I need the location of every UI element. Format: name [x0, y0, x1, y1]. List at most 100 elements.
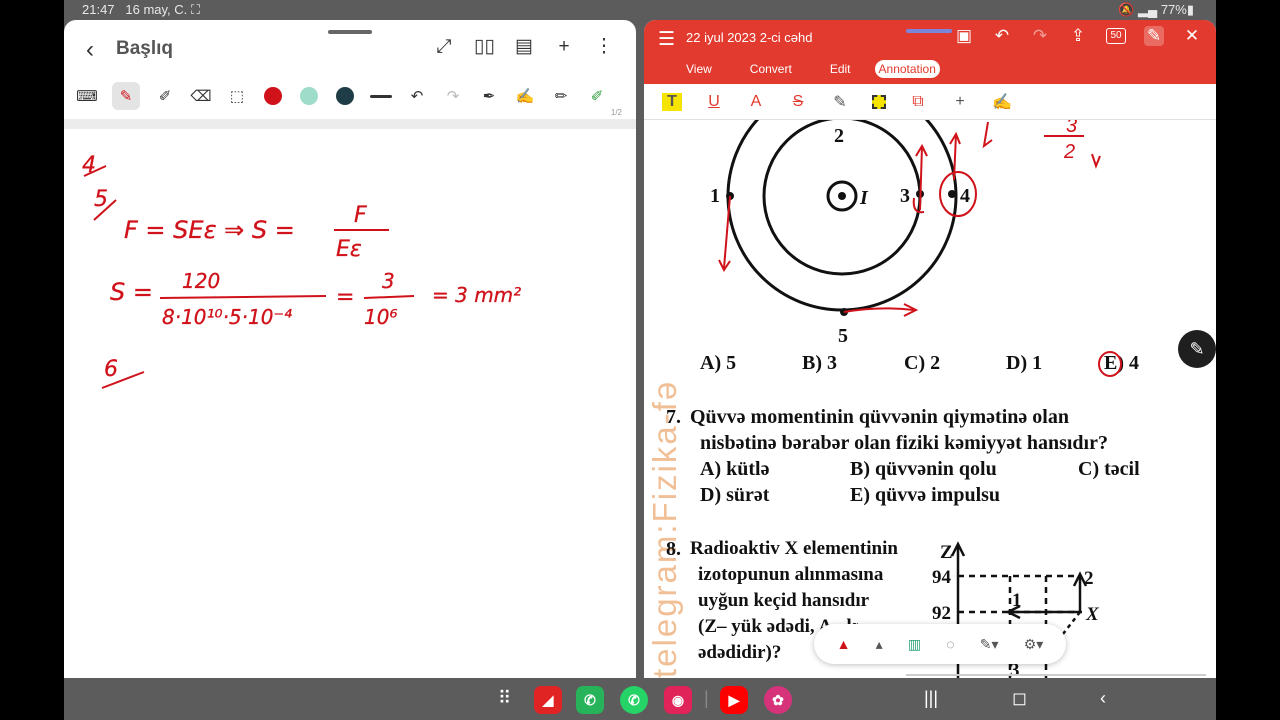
battery-level: 77% — [1160, 2, 1187, 17]
color-dark-swatch[interactable] — [336, 87, 354, 105]
save-icon[interactable]: ▣ — [954, 26, 974, 46]
pen-red-icon[interactable]: ▲ — [837, 636, 851, 652]
tick-94: 94 — [932, 567, 952, 588]
zoom-badge[interactable]: 50 — [1106, 28, 1126, 44]
status-date: 16 may, C. — [125, 2, 188, 17]
menu-icon[interactable]: ☰ — [658, 28, 675, 51]
area-highlight-icon[interactable] — [872, 94, 886, 109]
app-drawer-icon[interactable]: ⠿ — [498, 688, 511, 709]
q7-line2: nisbətinə bərabər olan fiziki kəmiyyət h… — [700, 432, 1108, 454]
underline-icon[interactable]: U — [704, 93, 724, 111]
horizontal-scrollbar[interactable] — [906, 674, 1206, 676]
pen-icon[interactable]: ✎ — [830, 92, 850, 112]
lasso-icon[interactable]: ◌ — [946, 636, 954, 652]
edit-pen-icon[interactable]: ✎ — [1144, 26, 1164, 46]
whatsapp-dock-icon[interactable]: ✆ — [620, 686, 648, 714]
label-point-3: 3 — [900, 185, 910, 207]
notes-app-window: ‹ Başlıq ⤢ ▯▯ ▤ + ⋮ ⌨ ✎ ✐ ⌫ ⬚ ↶ ↷ ✒ ✍ ✏ — [64, 20, 636, 678]
left-letterbox — [0, 0, 64, 720]
undo-icon[interactable]: ↶ — [992, 26, 1012, 46]
stamp-icon[interactable]: ✍ — [992, 92, 1012, 112]
close-icon[interactable]: ✕ — [1182, 26, 1202, 46]
color-mint-swatch[interactable] — [300, 87, 318, 105]
pdf-top-bar: ☰ 22 iyul 2023 2-ci cəhd ▣ ↶ ↷ ⇪ 50 ✎ ✕ … — [644, 20, 1216, 84]
lasso-select-icon[interactable]: ⬚ — [226, 85, 248, 107]
tab-edit[interactable]: Edit — [816, 60, 865, 78]
settings-icon[interactable]: ⚙▾ — [1024, 636, 1044, 653]
book-view-icon[interactable]: ▯▯ — [474, 36, 495, 58]
point-2-label: 2 — [1084, 568, 1094, 589]
q7-option-e: E) qüvvə impulsu — [850, 484, 1001, 506]
highlighter-icon[interactable]: ✐ — [154, 85, 176, 107]
add-icon[interactable]: + — [950, 93, 970, 111]
status-time: 21:47 — [82, 2, 115, 17]
tab-annotation[interactable]: Annotation — [874, 60, 940, 78]
expand-icon[interactable]: ⤢ — [434, 36, 454, 58]
answer-circle-mark — [1098, 351, 1122, 377]
highlighter-green-icon[interactable]: ▥ — [908, 636, 921, 653]
label-point-2: 2 — [834, 125, 844, 147]
shape-pen-icon[interactable]: ✍ — [514, 85, 536, 107]
home-icon[interactable]: ◻ — [1012, 688, 1027, 709]
note-title[interactable]: Başlıq — [116, 38, 173, 60]
label-point-5: 5 — [838, 325, 848, 347]
ink-frac2-num: 120 — [182, 269, 220, 293]
taskbar: ⠿ ◢ ✆ ✆ ◉ | ▶ ✿ ||| ◻ ‹ — [64, 680, 1216, 720]
stroke-width-icon[interactable] — [370, 94, 392, 98]
flower-app-dock-icon[interactable]: ✿ — [764, 686, 792, 714]
redo-icon[interactable]: ↷ — [442, 85, 464, 107]
highlight-text-icon[interactable]: T — [662, 92, 682, 111]
q7-option-d: D) sürət — [700, 484, 770, 506]
tab-view[interactable]: View — [672, 60, 726, 78]
ink-frac2-bar — [159, 295, 327, 299]
magnetic-field-diagram: 3 2 2 1 I 3 4 5 — [710, 120, 1101, 347]
pdf-app-dock-icon[interactable]: ◢ — [534, 686, 562, 714]
handwriting-canvas[interactable]: 4 5 F = SEε ⇒ S = F Eε S = 120 8·10¹⁰·5·… — [64, 130, 636, 678]
point-1-label: 1 — [1012, 590, 1022, 611]
pen-settings-icon[interactable]: ✒ — [478, 85, 500, 107]
undo-icon[interactable]: ↶ — [406, 85, 428, 107]
strikethrough-icon[interactable]: S — [788, 93, 808, 111]
notes-header: ‹ Başlıq ⤢ ▯▯ ▤ + ⋮ — [64, 36, 636, 76]
ink-s-eq: S = — [110, 278, 153, 306]
marker-gray-icon[interactable]: ▴ — [876, 636, 883, 653]
page-indicator: 1/2 — [610, 108, 622, 117]
q8-number: 8. — [666, 538, 681, 560]
redo-icon[interactable]: ↷ — [1030, 26, 1050, 46]
ink-eq: = — [336, 285, 354, 310]
recent-apps-icon[interactable]: ||| — [924, 688, 938, 709]
youtube-dock-icon[interactable]: ▶ — [720, 686, 748, 714]
green-highlighter-icon[interactable]: ✐ — [586, 85, 608, 107]
back-icon[interactable]: ‹ — [86, 36, 94, 64]
pen-tool-icon[interactable]: ✎ — [112, 82, 140, 110]
document-icon[interactable]: ▤ — [514, 36, 534, 58]
pen-options-icon[interactable]: ✎▾ — [980, 636, 999, 653]
dock-divider: | — [704, 688, 709, 708]
eraser-icon[interactable]: ⌫ — [190, 85, 212, 107]
more-icon[interactable]: ⋮ — [594, 36, 614, 58]
screen-recorder-dock-icon[interactable]: ◉ — [664, 686, 692, 714]
back-nav-icon[interactable]: ‹ — [1100, 688, 1106, 709]
annotation-toolbar: T U A S ✎ ⧉ + ✍ — [644, 84, 1216, 120]
q8-line1: Radioaktiv X elementinin — [690, 538, 898, 559]
call-app-dock-icon[interactable]: ✆ — [576, 686, 604, 714]
window-drag-handle[interactable] — [906, 29, 952, 33]
edit-fab-button[interactable]: ✎ — [1178, 330, 1216, 368]
add-icon[interactable]: + — [554, 36, 574, 58]
point-x-label: X — [1085, 604, 1100, 625]
tick-92: 92 — [932, 603, 951, 624]
q8-line3: uyğun keçid hansıdır — [698, 590, 870, 611]
window-drag-handle[interactable] — [328, 30, 372, 34]
floating-pen-toolbar: ▲ ▴ ▥ ◌ ✎▾ ⚙▾ — [814, 624, 1066, 664]
q6-option-a: A) 5 — [700, 352, 737, 374]
squiggly-icon[interactable]: A — [746, 93, 766, 111]
pdf-page[interactable]: telegram:Fizika-fə 3 2 2 1 I 3 4 5 A) 5 … — [644, 120, 1216, 678]
share-icon[interactable]: ⇪ — [1068, 26, 1088, 46]
tab-convert[interactable]: Convert — [736, 60, 806, 78]
label-point-4: 4 — [960, 185, 970, 207]
keyboard-icon[interactable]: ⌨ — [76, 85, 98, 107]
ai-pen-icon[interactable]: ✏ — [550, 85, 572, 107]
drawing-toolbar: ⌨ ✎ ✐ ⌫ ⬚ ↶ ↷ ✒ ✍ ✏ ✐ — [64, 76, 636, 116]
shapes-icon[interactable]: ⧉ — [908, 93, 928, 111]
color-red-swatch[interactable] — [264, 87, 282, 105]
